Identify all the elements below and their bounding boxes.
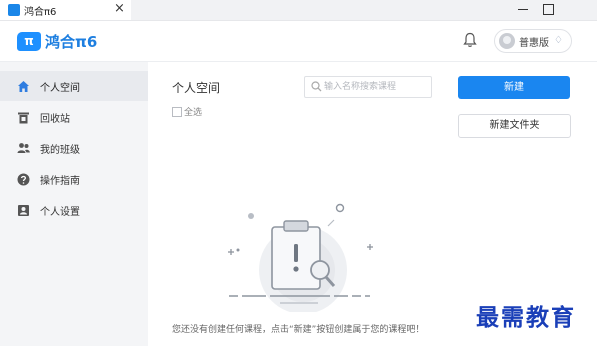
users-icon bbox=[17, 143, 30, 153]
sidebar-item-recycle-bin[interactable]: 回收站 bbox=[0, 102, 148, 132]
window-tab[interactable]: 鸿合π6 × bbox=[0, 0, 131, 20]
user-edition-label: 普惠版 bbox=[519, 38, 549, 49]
app-logo-icon bbox=[8, 4, 20, 16]
sidebar-item-label: 回收站 bbox=[40, 114, 70, 125]
watermark: 最需教育 bbox=[476, 304, 576, 331]
minimize-window-icon[interactable] bbox=[518, 9, 528, 10]
window-tab-strip: 鸿合π6 × bbox=[0, 0, 597, 21]
user-menu[interactable]: 普惠版 ♢ bbox=[494, 29, 572, 53]
empty-state-illustration bbox=[228, 203, 373, 312]
home-icon bbox=[18, 81, 29, 92]
bell-icon[interactable] bbox=[463, 32, 477, 48]
sidebar-item-label: 操作指南 bbox=[40, 176, 80, 187]
new-folder-button[interactable]: 新建文件夹 bbox=[458, 114, 571, 138]
page-title: 个人空间 bbox=[172, 81, 221, 95]
tab-title: 鸿合π6 bbox=[24, 7, 57, 18]
search-icon bbox=[311, 81, 322, 92]
new-button[interactable]: 新建 bbox=[458, 76, 570, 99]
sidebar-item-label: 我的班级 bbox=[40, 145, 80, 156]
sidebar: 个人空间 回收站 我的班级 操作指南 个人设置 bbox=[0, 62, 148, 346]
search-input[interactable] bbox=[324, 79, 428, 94]
profile-icon bbox=[18, 205, 29, 216]
diamond-icon: ♢ bbox=[554, 35, 563, 46]
sidebar-item-guide[interactable]: 操作指南 bbox=[0, 164, 148, 194]
trash-icon bbox=[18, 112, 29, 124]
sidebar-item-label: 个人设置 bbox=[40, 207, 80, 218]
select-all-checkbox[interactable] bbox=[172, 107, 182, 117]
search-box[interactable] bbox=[304, 76, 432, 98]
brand-name: 鸿合π6 bbox=[45, 33, 98, 51]
sidebar-item-my-classes[interactable]: 我的班级 bbox=[0, 133, 148, 163]
app-header: π 鸿合π6 普惠版 ♢ bbox=[0, 21, 597, 62]
brand-logo-icon: π bbox=[17, 32, 41, 51]
sidebar-item-personal-space[interactable]: 个人空间 bbox=[0, 71, 148, 101]
help-icon bbox=[17, 173, 30, 186]
sidebar-item-settings[interactable]: 个人设置 bbox=[0, 195, 148, 225]
sidebar-item-label: 个人空间 bbox=[40, 83, 80, 94]
close-tab-icon[interactable]: × bbox=[114, 1, 125, 16]
empty-state-message: 您还没有创建任何课程，点击“新建”按钮创建属于您的课程吧！ bbox=[172, 325, 425, 335]
maximize-window-icon[interactable] bbox=[543, 4, 554, 15]
select-all-label: 全选 bbox=[184, 108, 203, 118]
avatar bbox=[499, 33, 515, 49]
